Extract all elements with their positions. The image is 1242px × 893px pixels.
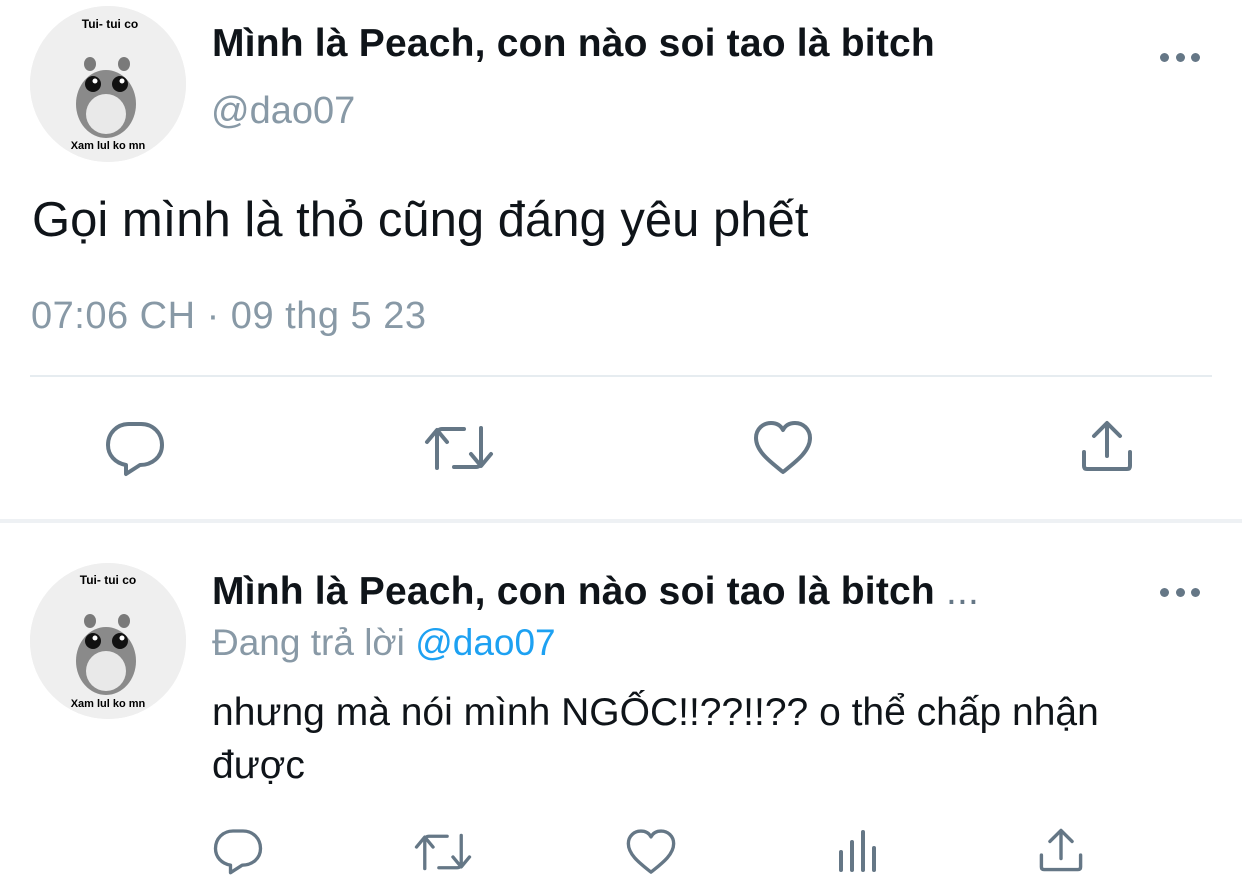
avatar-top-text: Tui- tui co [82, 17, 138, 31]
avatar-bottom-text: Xam lul ko mn [71, 698, 146, 710]
replying-to-handle[interactable]: @dao07 [415, 622, 555, 663]
tweet-timestamp[interactable]: 07:06 CH · 09 thg 5 23 [31, 295, 426, 338]
share-icon[interactable] [1080, 418, 1134, 474]
reply-text: nhưng mà nói mình NGỐC!!??!!?? o thể chấ… [212, 686, 1212, 792]
author-handle[interactable]: @dao07 [211, 90, 355, 133]
section-divider [0, 519, 1242, 523]
share-icon[interactable] [1038, 826, 1084, 874]
divider [30, 375, 1212, 377]
reply-icon[interactable] [212, 826, 264, 876]
retweet-icon[interactable] [424, 422, 494, 474]
like-icon[interactable] [752, 420, 814, 476]
like-icon[interactable] [625, 828, 677, 876]
more-options-icon[interactable] [1160, 50, 1200, 64]
replying-to-label: Đang trả lời [212, 622, 405, 663]
hamster-avatar-image: Tui- tui co Xam lul ko mn [30, 6, 186, 162]
analytics-icon[interactable] [836, 828, 880, 874]
replying-to: Đang trả lời @dao07 [212, 622, 556, 664]
reply-author-name-text: Mình là Peach, con nào soi tao là bitch [212, 570, 935, 613]
reply-author-name[interactable]: Mình là Peach, con nào soi tao là bitch … [212, 570, 979, 614]
name-truncation: ... [945, 570, 980, 613]
avatar-bottom-text: Xam lul ko mn [71, 140, 146, 152]
retweet-icon[interactable] [414, 830, 472, 874]
tweet-text: Gọi mình là thỏ cũng đáng yêu phết [32, 193, 809, 247]
reply-more-options-icon[interactable] [1160, 585, 1200, 599]
reply-text-line: được [212, 744, 305, 787]
reply-author-avatar[interactable]: Tui- tui co Xam lul ko mn [30, 563, 186, 719]
author-name[interactable]: Mình là Peach, con nào soi tao là bitch [212, 22, 935, 66]
reply-text-line: nhưng mà nói mình NGỐC!!??!!?? o thể chấ… [212, 691, 1099, 734]
hamster-avatar-image: Tui- tui co Xam lul ko mn [30, 563, 186, 719]
avatar-top-text: Tui- tui co [80, 573, 136, 587]
author-avatar[interactable]: Tui- tui co Xam lul ko mn [30, 6, 186, 162]
reply-icon[interactable] [104, 418, 166, 478]
